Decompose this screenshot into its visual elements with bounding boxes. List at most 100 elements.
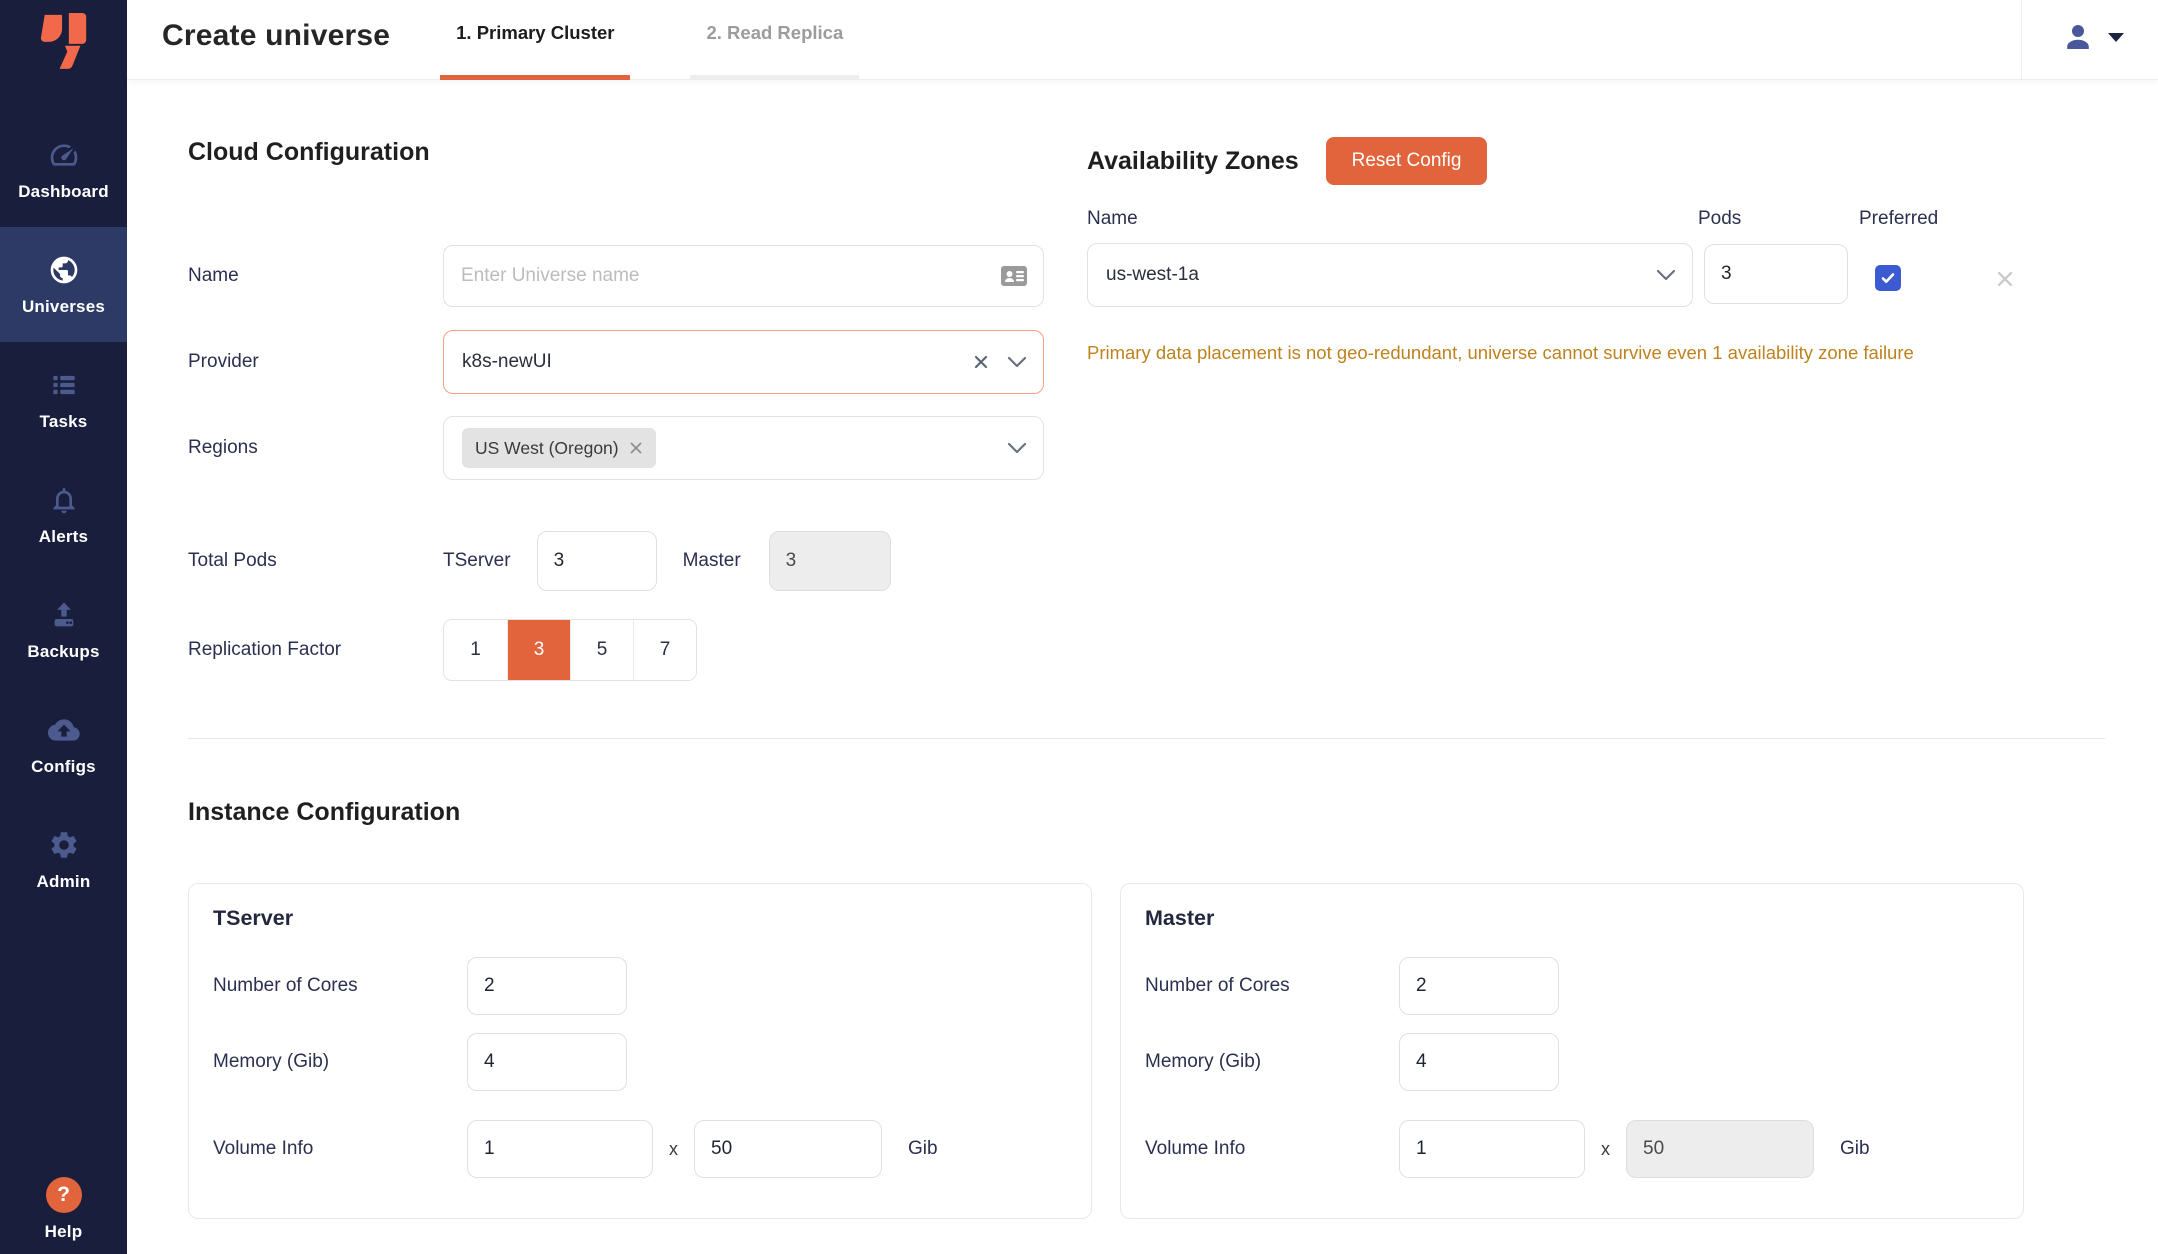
- yugabyte-logo-icon: [37, 9, 91, 71]
- master-cores-input[interactable]: [1399, 957, 1559, 1015]
- volume-info-label: Volume Info: [213, 1138, 467, 1160]
- sidebar-item-configs[interactable]: Configs: [0, 687, 127, 802]
- sidebar-nav: Dashboard Universes Tasks Alerts: [0, 112, 127, 917]
- universes-icon: [47, 253, 81, 287]
- backups-icon: [47, 598, 81, 632]
- name-label: Name: [188, 265, 443, 287]
- az-pods-input[interactable]: [1704, 244, 1848, 304]
- tab-primary-cluster[interactable]: 1. Primary Cluster: [440, 0, 630, 79]
- rf-option-3[interactable]: 3: [507, 620, 570, 680]
- tab-label: 1. Primary Cluster: [456, 22, 614, 44]
- rf-option-1[interactable]: 1: [444, 620, 507, 680]
- help-icon: ?: [46, 1177, 82, 1213]
- tasks-icon: [47, 368, 81, 402]
- chevron-down-icon: [1656, 269, 1676, 281]
- section-divider: [188, 738, 2105, 739]
- clear-icon[interactable]: [972, 353, 990, 371]
- provider-row: Provider k8s-newUI: [188, 330, 1044, 394]
- configs-icon: [47, 713, 81, 747]
- sidebar-item-label: Configs: [31, 757, 96, 777]
- tserver-volume-count-input[interactable]: [467, 1120, 653, 1178]
- provider-select[interactable]: k8s-newUI: [443, 330, 1044, 394]
- sidebar-item-dashboard[interactable]: Dashboard: [0, 112, 127, 227]
- sidebar-item-label: Universes: [22, 297, 105, 317]
- az-col-pods: Pods: [1698, 208, 1741, 230]
- master-volume-count-input[interactable]: [1399, 1120, 1585, 1178]
- az-name-value: us-west-1a: [1106, 264, 1199, 286]
- az-name-select[interactable]: us-west-1a: [1087, 243, 1693, 307]
- page-title: Create universe: [127, 19, 390, 53]
- sidebar: Dashboard Universes Tasks Alerts: [0, 0, 127, 1254]
- cores-label: Number of Cores: [213, 975, 467, 997]
- memory-label: Memory (Gib): [1145, 1051, 1399, 1073]
- name-input-wrap: [443, 245, 1044, 307]
- rf-option-7[interactable]: 7: [633, 620, 696, 680]
- yugabyte-logo[interactable]: [0, 0, 127, 80]
- provider-value: k8s-newUI: [462, 351, 552, 373]
- tab-label: 2. Read Replica: [706, 22, 843, 44]
- chevron-down-icon: [1007, 356, 1027, 368]
- sidebar-item-label: Admin: [37, 872, 91, 892]
- create-universe-page: Dashboard Universes Tasks Alerts: [0, 0, 2158, 1254]
- cloud-config-title: Cloud Configuration: [188, 138, 430, 167]
- tserver-volume-controls: x Gib: [467, 1120, 1067, 1178]
- instance-config-cards: TServer Number of Cores Memory (Gib) Vol…: [188, 883, 2024, 1219]
- sidebar-item-admin[interactable]: Admin: [0, 802, 127, 917]
- wizard-tabs: 1. Primary Cluster 2. Read Replica: [440, 0, 859, 79]
- master-memory-input[interactable]: [1399, 1033, 1559, 1091]
- az-col-name: Name: [1087, 208, 1138, 230]
- top-bar: Create universe 1. Primary Cluster 2. Re…: [127, 0, 2158, 80]
- sidebar-item-backups[interactable]: Backups: [0, 572, 127, 687]
- contact-card-icon: [999, 263, 1029, 289]
- regions-row: Regions US West (Oregon): [188, 416, 1044, 480]
- replication-factor-group: 1 3 5 7: [443, 619, 697, 681]
- az-remove-icon[interactable]: [1995, 269, 2015, 289]
- master-card: Master Number of Cores Memory (Gib) Volu…: [1120, 883, 2024, 1219]
- cores-label: Number of Cores: [1145, 975, 1399, 997]
- tserver-memory-input[interactable]: [467, 1033, 627, 1091]
- region-chip-label: US West (Oregon): [475, 438, 619, 459]
- user-menu[interactable]: [2021, 0, 2158, 79]
- az-col-preferred: Preferred: [1859, 208, 1938, 230]
- volume-info-label: Volume Info: [1145, 1138, 1399, 1160]
- tserver-cores-row: Number of Cores: [213, 957, 1067, 1015]
- sidebar-item-label: Alerts: [39, 527, 88, 547]
- total-pods-label: Total Pods: [188, 550, 443, 572]
- sidebar-item-label: Help: [45, 1222, 83, 1242]
- tserver-pods-input[interactable]: [537, 531, 657, 591]
- reset-config-button[interactable]: Reset Config: [1326, 137, 1488, 185]
- az-preferred-checkbox[interactable]: [1875, 265, 1901, 291]
- tserver-card: TServer Number of Cores Memory (Gib) Vol…: [188, 883, 1092, 1219]
- sidebar-item-universes[interactable]: Universes: [0, 227, 127, 342]
- master-cores-row: Number of Cores: [1145, 957, 1999, 1015]
- total-pods-row: Total Pods TServer Master: [188, 531, 1044, 591]
- dashboard-icon: [47, 138, 81, 172]
- master-pods-input: [769, 531, 891, 591]
- replication-factor-label: Replication Factor: [188, 639, 443, 661]
- admin-icon: [47, 828, 81, 862]
- chip-remove-icon[interactable]: [629, 441, 643, 455]
- master-pods-label: Master: [683, 550, 741, 572]
- sidebar-item-label: Tasks: [40, 412, 88, 432]
- tserver-cores-input[interactable]: [467, 957, 627, 1015]
- provider-label: Provider: [188, 351, 443, 373]
- rf-option-5[interactable]: 5: [570, 620, 633, 680]
- availability-zones-header: Availability Zones Reset Config: [1087, 137, 1487, 185]
- region-chip[interactable]: US West (Oregon): [462, 428, 656, 468]
- chevron-down-icon: [1007, 442, 1027, 454]
- tserver-memory-row: Memory (Gib): [213, 1033, 1067, 1091]
- tserver-volume-row: Volume Info x Gib: [213, 1120, 1067, 1178]
- sidebar-item-alerts[interactable]: Alerts: [0, 457, 127, 572]
- regions-select[interactable]: US West (Oregon): [443, 416, 1044, 480]
- tserver-volume-size-input[interactable]: [694, 1120, 882, 1178]
- tab-read-replica[interactable]: 2. Read Replica: [690, 0, 859, 79]
- multiplier-label: x: [1601, 1139, 1610, 1160]
- total-pods-controls: TServer Master: [443, 531, 1044, 591]
- main-content: Cloud Configuration Name Provider k8s-ne…: [127, 80, 2158, 1254]
- universe-name-input[interactable]: [443, 245, 1044, 307]
- user-icon: [2060, 19, 2096, 55]
- sidebar-item-tasks[interactable]: Tasks: [0, 342, 127, 457]
- sidebar-item-help[interactable]: ? Help: [0, 1177, 127, 1242]
- availability-zones-title: Availability Zones: [1087, 147, 1299, 176]
- sidebar-item-label: Dashboard: [18, 182, 109, 202]
